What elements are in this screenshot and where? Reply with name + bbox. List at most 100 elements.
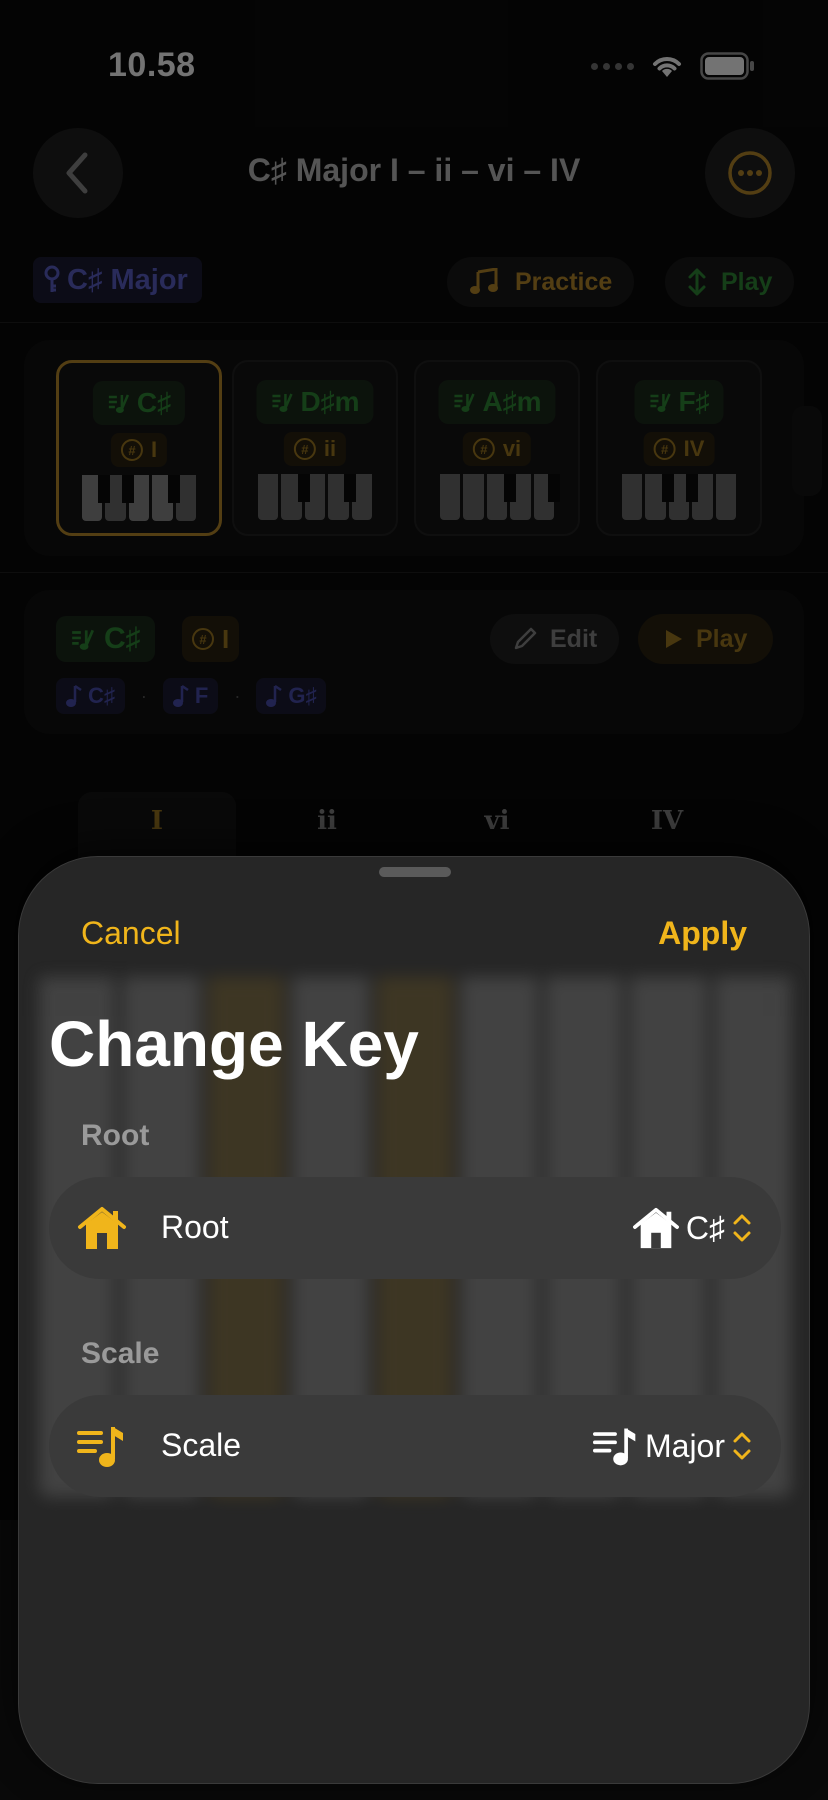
edit-chord-button[interactable]: Edit [490, 614, 620, 664]
scale-notes-icon [77, 1427, 123, 1467]
note-chip: F [162, 678, 219, 714]
sharp-badge-icon: # [192, 628, 214, 650]
music-note-icon [172, 684, 189, 707]
chord-card[interactable]: A♯m # vi [414, 360, 580, 536]
root-value: C♯ [632, 1201, 753, 1255]
chord-name: C♯ [136, 387, 172, 418]
chord-numeral-chip: # IV [643, 432, 715, 466]
chevron-up-down-icon [733, 1214, 751, 1242]
note-name: F [194, 683, 209, 708]
divider [0, 322, 828, 323]
chord-name-chip: A♯m [438, 380, 556, 424]
cancel-button[interactable]: Cancel [81, 915, 181, 952]
page-title: C♯ Major I – ii – vi – IV [247, 152, 581, 188]
play-progression-button[interactable]: Play [665, 257, 795, 307]
scale-row-label: Scale [161, 1427, 242, 1463]
note-chip: G♯ [256, 678, 327, 714]
play-label: Play [721, 267, 773, 296]
key-chip-label: C♯ Major [67, 263, 188, 296]
status-bar: 10.58 [0, 0, 828, 120]
detail-numeral-chip: # I [182, 616, 240, 662]
wifi-icon [653, 57, 681, 77]
mini-keyboard [440, 474, 560, 520]
play-chord-button[interactable]: Play [638, 614, 774, 664]
play-chord-label: Play [696, 624, 748, 653]
scale-notes-icon [650, 393, 671, 412]
ellipsis-circle-icon [728, 151, 772, 195]
edit-label: Edit [550, 624, 598, 653]
nav-bar: C♯ Major I – ii – vi – IV [0, 128, 828, 218]
chord-strip: C♯ # I D♯m # ii A♯m # vi F♯ # IV [24, 340, 822, 556]
house-icon [78, 1207, 126, 1249]
chord-name: A♯m [482, 386, 542, 417]
scale-notes-icon [108, 394, 130, 413]
chord-numeral: IV [683, 436, 705, 461]
divider [0, 572, 828, 573]
note-name: G♯ [288, 683, 317, 708]
sharp-badge-icon: # [472, 438, 495, 460]
chord-name-chip: D♯m [256, 380, 374, 424]
chord-card[interactable]: C♯ # I [56, 360, 222, 536]
scale-picker-row[interactable]: Scale Major [49, 1395, 781, 1497]
chord-numeral: I [150, 437, 158, 462]
detail-chord-chip: C♯ [56, 616, 155, 662]
numeral-column[interactable]: I [78, 792, 236, 862]
house-icon [632, 1207, 679, 1249]
chord-numeral: ii [323, 436, 337, 461]
music-notes-icon [470, 268, 498, 294]
status-icons [591, 52, 756, 80]
detail-chord-name: C♯ [104, 622, 141, 655]
root-picker-row[interactable]: Root C♯ [49, 1177, 781, 1279]
chord-notes: C♯ · F · G♯ [56, 678, 327, 714]
numeral-table: I ii vi IV [78, 792, 758, 862]
scale-section-label: Scale [81, 1337, 160, 1370]
mini-keyboard [622, 474, 737, 520]
numeral-column[interactable]: ii [248, 792, 406, 862]
chord-name: F♯ [678, 386, 710, 417]
sheet-grabber[interactable] [379, 867, 451, 877]
root-section-label: Root [81, 1119, 150, 1152]
battery-icon [700, 52, 754, 80]
detail-numeral: I [222, 623, 230, 654]
apply-button[interactable]: Apply [658, 915, 747, 952]
note-separator: · [234, 685, 241, 706]
sharp-badge-icon: # [293, 438, 316, 460]
chord-name-chip: F♯ [634, 380, 724, 424]
numeral-column[interactable]: vi [418, 792, 576, 862]
cellular-signal-icon [591, 62, 634, 70]
sheet-title: Change Key [49, 1008, 419, 1080]
scale-notes-icon [454, 393, 475, 412]
root-row-label: Root [161, 1209, 229, 1245]
chord-name-chip: C♯ [92, 381, 186, 425]
mini-keyboard [82, 475, 197, 521]
chevron-up-down-icon [733, 1432, 751, 1460]
scale-notes-icon [72, 629, 94, 650]
root-value-text: C♯ [685, 1209, 725, 1246]
more-options-button[interactable] [705, 128, 795, 218]
scale-notes-icon [272, 393, 293, 412]
status-time: 10.58 [108, 46, 196, 84]
chord-card[interactable]: F♯ # IV [596, 360, 762, 536]
arrows-up-down-icon [688, 268, 706, 296]
practice-button[interactable]: Practice [447, 257, 635, 307]
chord-detail-card: C♯ # I Edit Play C♯ · F · G♯ [24, 590, 804, 734]
sharp-badge-icon: # [120, 439, 143, 461]
key-icon [44, 265, 60, 292]
scale-notes-icon [592, 1428, 636, 1466]
mini-keyboard [258, 474, 373, 520]
scale-value: Major [592, 1419, 753, 1473]
note-name: C♯ [88, 683, 115, 708]
scale-value-text: Major [644, 1427, 725, 1464]
sharp-badge-icon: # [653, 438, 676, 460]
next-card-peek[interactable] [792, 406, 822, 496]
note-chip: C♯ [56, 678, 125, 714]
chord-card[interactable]: D♯m # ii [232, 360, 398, 536]
pencil-icon [514, 627, 537, 650]
chord-numeral-chip: # I [110, 433, 168, 467]
key-chip[interactable]: C♯ Major [33, 257, 202, 303]
practice-label: Practice [515, 267, 613, 296]
music-note-icon [66, 684, 82, 707]
chord-numeral-chip: # ii [283, 432, 347, 466]
chord-name: D♯m [300, 386, 360, 417]
numeral-column[interactable]: IV [588, 792, 746, 862]
